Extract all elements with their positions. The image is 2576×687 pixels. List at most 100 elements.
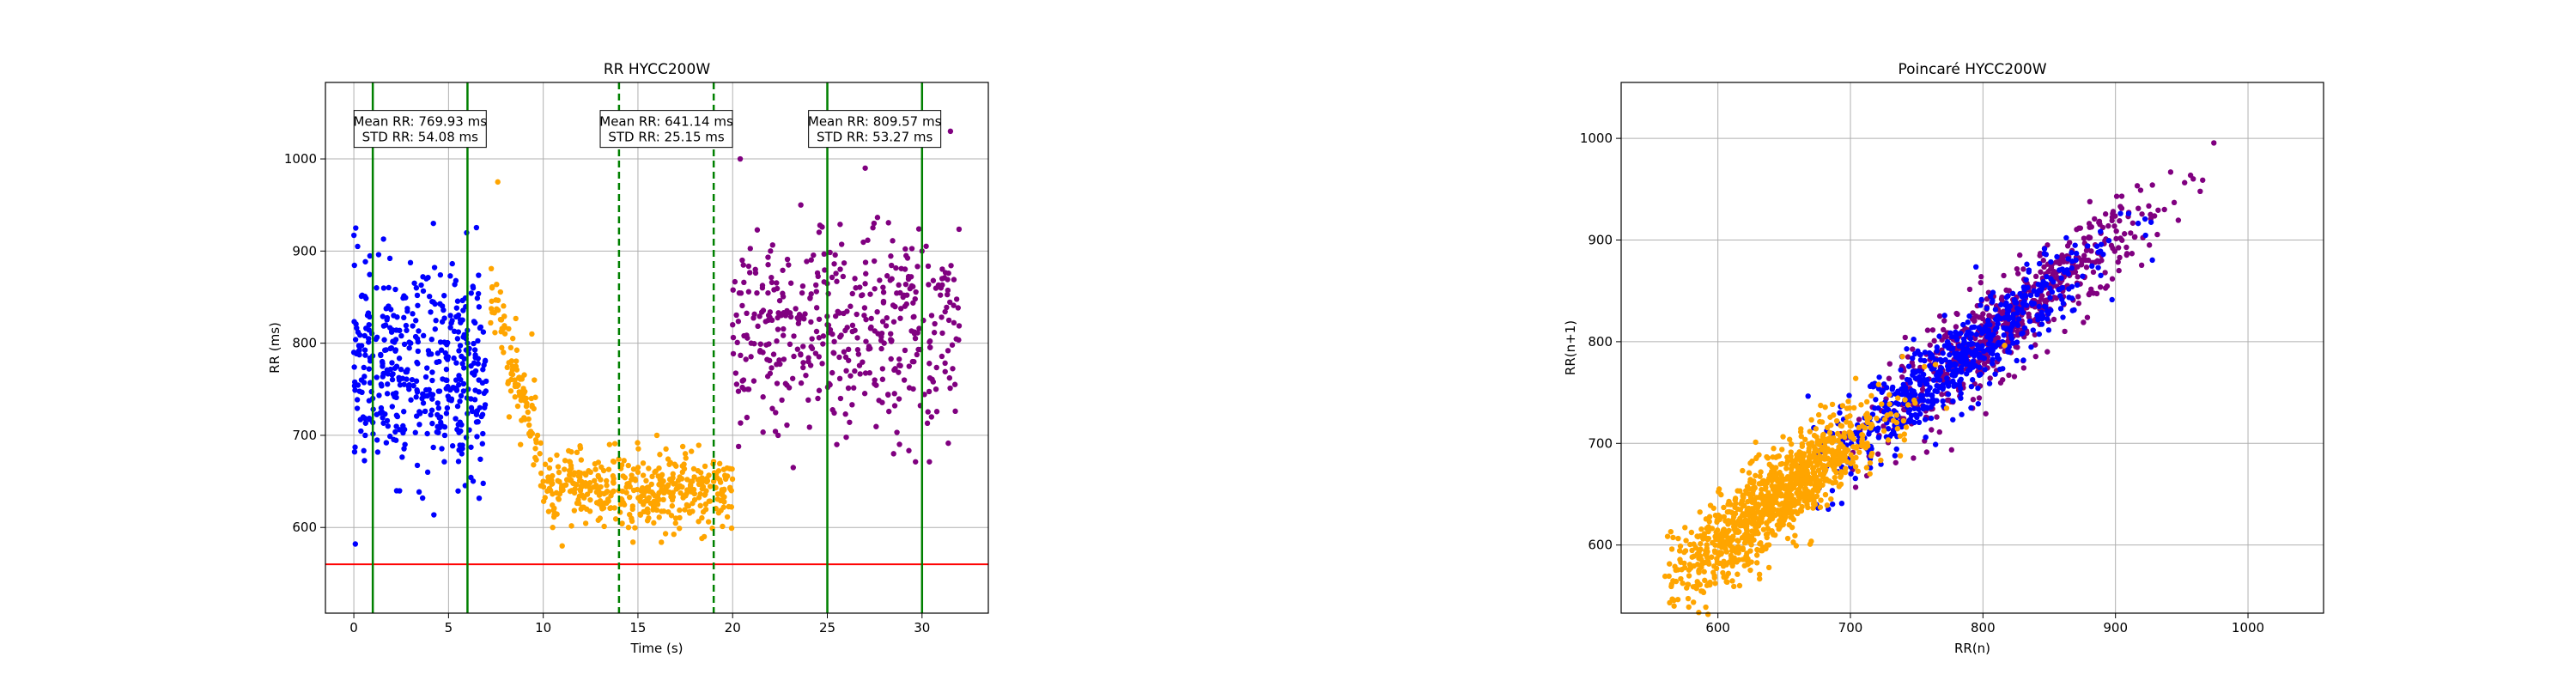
data-point bbox=[429, 377, 435, 384]
data-point bbox=[527, 429, 534, 435]
data-point bbox=[1916, 419, 1923, 426]
data-point bbox=[414, 462, 421, 469]
data-point bbox=[1817, 418, 1823, 425]
data-point bbox=[481, 390, 488, 397]
data-point bbox=[1929, 352, 1935, 358]
data-point bbox=[1794, 500, 1800, 507]
annotation-std: STD RR: 53.27 ms bbox=[817, 130, 933, 145]
data-point bbox=[456, 373, 462, 379]
data-point bbox=[733, 312, 739, 319]
data-point bbox=[2161, 206, 2167, 213]
data-point bbox=[457, 398, 463, 404]
data-point bbox=[473, 224, 480, 231]
data-point bbox=[1753, 455, 1759, 462]
data-point bbox=[1813, 426, 1820, 432]
data-point bbox=[2062, 328, 2068, 335]
data-point bbox=[562, 482, 569, 488]
data-point bbox=[458, 319, 464, 325]
data-point bbox=[834, 278, 840, 284]
data-point bbox=[1724, 508, 1731, 515]
data-point bbox=[706, 472, 712, 478]
data-point bbox=[612, 516, 619, 522]
data-point bbox=[2048, 307, 2054, 313]
data-point bbox=[836, 375, 843, 382]
data-point bbox=[404, 327, 410, 333]
data-point bbox=[434, 400, 441, 406]
data-point bbox=[745, 263, 752, 270]
data-point bbox=[1795, 465, 1801, 471]
data-point bbox=[2155, 207, 2161, 213]
data-point bbox=[1718, 531, 1725, 537]
data-point bbox=[660, 496, 666, 503]
data-point bbox=[2015, 271, 2021, 277]
data-point bbox=[2017, 252, 2023, 258]
data-point bbox=[1765, 564, 1772, 571]
data-point bbox=[532, 446, 538, 452]
data-point bbox=[501, 350, 507, 356]
data-point bbox=[849, 322, 856, 329]
data-point bbox=[1971, 353, 1978, 359]
data-point bbox=[732, 278, 738, 285]
data-point bbox=[1998, 301, 2004, 308]
data-point bbox=[378, 352, 384, 359]
data-point bbox=[1678, 575, 1684, 582]
data-point bbox=[1819, 471, 1825, 478]
data-point bbox=[592, 460, 598, 467]
data-point bbox=[532, 436, 539, 443]
data-point bbox=[468, 290, 474, 296]
data-point bbox=[1978, 279, 1984, 286]
data-point bbox=[880, 289, 887, 295]
data-point bbox=[744, 414, 750, 421]
data-point bbox=[847, 419, 853, 425]
data-point bbox=[1984, 305, 1990, 312]
data-point bbox=[1934, 388, 1941, 395]
data-point bbox=[611, 441, 618, 447]
data-point bbox=[1997, 380, 2004, 386]
data-point bbox=[949, 342, 956, 348]
data-point bbox=[2020, 330, 2026, 336]
data-point bbox=[1808, 476, 1815, 483]
data-point bbox=[1848, 452, 1854, 458]
data-point bbox=[924, 420, 931, 427]
data-point bbox=[863, 338, 869, 344]
data-points bbox=[350, 128, 963, 549]
data-point bbox=[1959, 411, 1965, 417]
data-point bbox=[482, 402, 489, 408]
data-point bbox=[1992, 371, 1998, 377]
data-point bbox=[1829, 501, 1836, 508]
data-point bbox=[477, 456, 483, 462]
data-point bbox=[1670, 578, 1676, 584]
data-point bbox=[2020, 357, 2026, 363]
data-point bbox=[406, 381, 412, 388]
data-point bbox=[447, 273, 453, 279]
data-point bbox=[495, 307, 501, 313]
data-point bbox=[2149, 257, 2155, 264]
data-point bbox=[2093, 243, 2100, 249]
data-point bbox=[410, 323, 416, 329]
data-point bbox=[1934, 414, 1940, 420]
data-point bbox=[431, 264, 438, 271]
data-point bbox=[641, 502, 647, 508]
data-point bbox=[392, 429, 398, 435]
data-point bbox=[1778, 477, 1784, 484]
data-point bbox=[626, 494, 633, 501]
data-point bbox=[2111, 223, 2117, 229]
data-point bbox=[2040, 314, 2046, 321]
data-point bbox=[741, 386, 747, 392]
data-point bbox=[460, 380, 467, 387]
data-point bbox=[1938, 365, 1945, 371]
data-point bbox=[913, 459, 919, 465]
data-point bbox=[1810, 505, 1816, 511]
data-point bbox=[2094, 258, 2100, 264]
data-point bbox=[1774, 483, 1780, 490]
data-point bbox=[2043, 281, 2050, 287]
data-point bbox=[357, 416, 363, 423]
data-point bbox=[1990, 289, 1996, 295]
data-point bbox=[1689, 554, 1695, 560]
data-point bbox=[852, 368, 858, 374]
data-point bbox=[622, 475, 629, 481]
x-tick-label: 30 bbox=[914, 620, 930, 635]
data-point bbox=[2102, 285, 2109, 291]
data-point bbox=[2075, 301, 2082, 307]
data-point bbox=[389, 360, 395, 366]
